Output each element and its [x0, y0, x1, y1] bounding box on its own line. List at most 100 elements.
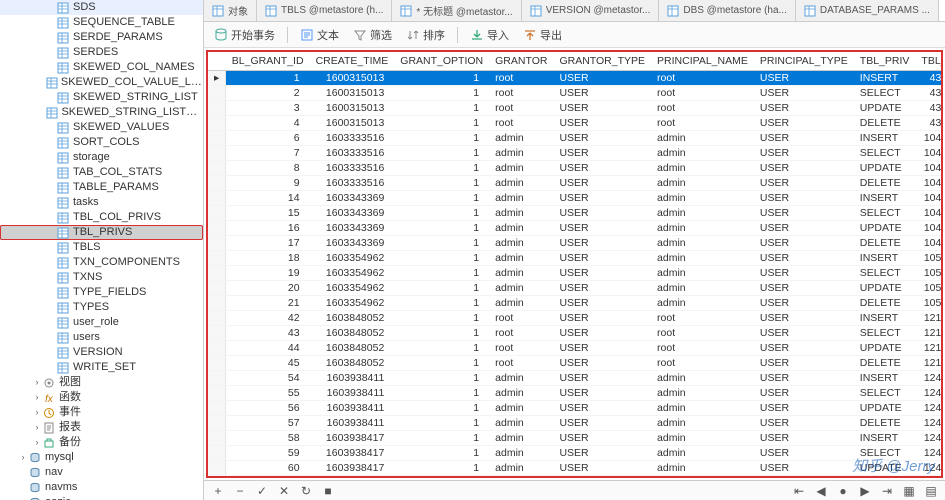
column-header[interactable]: PRINCIPAL_TYPE	[754, 52, 854, 71]
row-gutter[interactable]	[208, 236, 226, 251]
cell[interactable]: USER	[754, 236, 854, 251]
cell[interactable]: USER	[754, 446, 854, 461]
table-row[interactable]: 5516039384111adminUSERadminUSERSELECT124…	[208, 386, 943, 401]
cell[interactable]: SELECT	[854, 206, 916, 221]
cell[interactable]: 1603938417	[310, 476, 395, 479]
cell[interactable]: admin	[489, 386, 553, 401]
column-header[interactable]: BL_GRANT_ID	[226, 52, 310, 71]
cell[interactable]: admin	[651, 446, 754, 461]
cell[interactable]: USER	[754, 206, 854, 221]
column-header[interactable]: PRINCIPAL_NAME	[651, 52, 754, 71]
tree-item[interactable]: TYPES	[0, 300, 203, 315]
row-gutter[interactable]	[208, 116, 226, 131]
cell[interactable]: USER	[754, 386, 854, 401]
cell[interactable]: USER	[754, 476, 854, 479]
cell[interactable]: admin	[651, 191, 754, 206]
cell[interactable]: 6	[226, 131, 310, 146]
cell[interactable]: 18	[226, 251, 310, 266]
cell[interactable]: INSERT	[854, 311, 916, 326]
cell[interactable]: USER	[754, 86, 854, 101]
tree-item[interactable]: SORT_COLS	[0, 135, 203, 150]
cell[interactable]: 10444	[915, 131, 943, 146]
cell[interactable]: 1600315013	[310, 116, 395, 131]
table-row[interactable]: 1416033433691adminUSERadminUSERINSERT104…	[208, 191, 943, 206]
cell[interactable]: 1603848052	[310, 311, 395, 326]
cell[interactable]: 4331	[915, 86, 943, 101]
tree-item[interactable]: SKEWED_STRING_LIST_VALUES	[0, 105, 203, 120]
cell[interactable]: admin	[651, 371, 754, 386]
cell[interactable]: 1603343369	[310, 236, 395, 251]
table-row[interactable]: 6016039384171adminUSERadminUSERUPDATE124…	[208, 461, 943, 476]
cell[interactable]: USER	[754, 281, 854, 296]
row-gutter[interactable]	[208, 86, 226, 101]
cell[interactable]: USER	[754, 371, 854, 386]
row-gutter[interactable]	[208, 461, 226, 476]
cell[interactable]: admin	[489, 131, 553, 146]
table-row[interactable]: 2116033549621adminUSERadminUSERDELETE105…	[208, 296, 943, 311]
cell[interactable]: 10518	[915, 251, 943, 266]
cell[interactable]: 57	[226, 416, 310, 431]
cell[interactable]: USER	[754, 356, 854, 371]
table-row[interactable]: 4416038480521rootUSERrootUSERUPDATE12151	[208, 341, 943, 356]
cell[interactable]: USER	[553, 326, 651, 341]
cell[interactable]: 1603354962	[310, 266, 395, 281]
cell[interactable]: 1	[394, 71, 489, 86]
cell[interactable]: 1	[394, 476, 489, 479]
cell[interactable]: USER	[553, 341, 651, 356]
row-gutter[interactable]	[208, 206, 226, 221]
cell[interactable]: 1	[394, 281, 489, 296]
cell[interactable]: SELECT	[854, 266, 916, 281]
cell[interactable]: 1600315013	[310, 71, 395, 86]
cell[interactable]: admin	[651, 206, 754, 221]
cell[interactable]: 1	[394, 341, 489, 356]
prev-page-button[interactable]: ◀	[813, 483, 829, 499]
cell[interactable]: 1603333516	[310, 146, 395, 161]
cell[interactable]: USER	[754, 176, 854, 191]
cell[interactable]: root	[489, 86, 553, 101]
cell[interactable]: USER	[754, 461, 854, 476]
cell[interactable]: 20	[226, 281, 310, 296]
cell[interactable]: admin	[489, 221, 553, 236]
row-gutter[interactable]: ▸	[208, 71, 226, 86]
tree-item[interactable]: SEQUENCE_TABLE	[0, 15, 203, 30]
cell[interactable]: UPDATE	[854, 281, 916, 296]
tree-item[interactable]: navms	[0, 480, 203, 495]
tree-item[interactable]: ›报表	[0, 420, 203, 435]
cell[interactable]: root	[651, 101, 754, 116]
cell[interactable]: 9	[226, 176, 310, 191]
cell[interactable]: admin	[489, 206, 553, 221]
tree-item[interactable]: TXN_COMPONENTS	[0, 255, 203, 270]
cell[interactable]: USER	[553, 221, 651, 236]
cell[interactable]: root	[651, 356, 754, 371]
cell[interactable]: admin	[489, 281, 553, 296]
cell[interactable]: DELETE	[854, 416, 916, 431]
table-row[interactable]: 1916033549621adminUSERadminUSERSELECT105…	[208, 266, 943, 281]
stop-button[interactable]: ■	[320, 483, 336, 499]
cell[interactable]: USER	[553, 401, 651, 416]
cell[interactable]: 1603354962	[310, 296, 395, 311]
form-view-button[interactable]: ▤	[923, 483, 939, 499]
tree-item[interactable]: TAB_COL_STATS	[0, 165, 203, 180]
cell[interactable]: admin	[489, 431, 553, 446]
column-header[interactable]: TBL_PRIV	[854, 52, 916, 71]
cell[interactable]: admin	[651, 221, 754, 236]
cell[interactable]: 1603938411	[310, 416, 395, 431]
cell[interactable]: 1603848052	[310, 356, 395, 371]
commit-button[interactable]: ✓	[254, 483, 270, 499]
cell[interactable]: root	[651, 341, 754, 356]
cell[interactable]: 1	[394, 131, 489, 146]
cell[interactable]: USER	[754, 296, 854, 311]
table-row[interactable]: 1516033433691adminUSERadminUSERSELECT104…	[208, 206, 943, 221]
cell[interactable]: 1	[394, 326, 489, 341]
grid-view-button[interactable]: ▦	[901, 483, 917, 499]
cell[interactable]: admin	[489, 446, 553, 461]
cell[interactable]: 1	[394, 191, 489, 206]
row-gutter[interactable]	[208, 356, 226, 371]
tree-item[interactable]: TBL_PRIVS	[0, 225, 203, 240]
data-grid[interactable]: BL_GRANT_IDCREATE_TIMEGRANT_OPTIONGRANTO…	[206, 50, 943, 478]
tree-item[interactable]: SDS	[0, 0, 203, 15]
cell[interactable]: admin	[651, 431, 754, 446]
table-row[interactable]: 2016033549621adminUSERadminUSERUPDATE105…	[208, 281, 943, 296]
column-header[interactable]: GRANTOR_TYPE	[553, 52, 651, 71]
cell[interactable]: INSERT	[854, 71, 916, 86]
